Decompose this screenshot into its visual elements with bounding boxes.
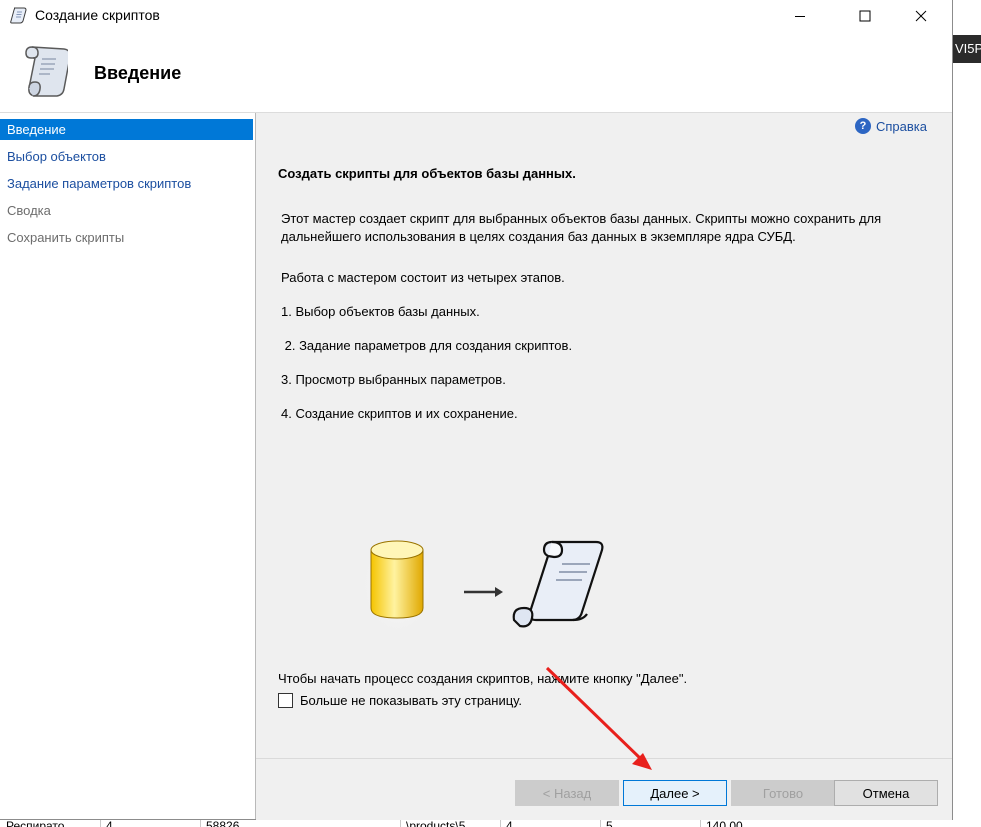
background-cell: Респирато bbox=[6, 819, 65, 827]
sidebar-item-introduction[interactable]: Введение bbox=[0, 119, 253, 140]
page-title: Введение bbox=[94, 63, 182, 83]
scroll-icon bbox=[10, 7, 27, 24]
wizard-sidebar: Введение Выбор объектов Задание параметр… bbox=[0, 113, 256, 819]
background-cell: \products\5 bbox=[406, 819, 466, 827]
finish-button[interactable]: Готово bbox=[731, 780, 835, 806]
wizard-footer: < Назад Далее > Готово Отмена bbox=[256, 758, 952, 820]
background-cell: 4 bbox=[506, 819, 513, 827]
wizard-header: Введение bbox=[0, 31, 952, 113]
sidebar-item-summary: Сводка bbox=[7, 203, 51, 218]
minimize-button[interactable] bbox=[777, 0, 823, 31]
background-app-edge bbox=[953, 0, 981, 827]
minimize-icon bbox=[795, 15, 805, 17]
window-title: Создание скриптов bbox=[35, 7, 160, 23]
help-label: Справка bbox=[876, 118, 927, 134]
arrow-right-icon bbox=[464, 587, 503, 597]
close-icon bbox=[915, 10, 927, 21]
title-bar[interactable]: Создание скриптов bbox=[0, 0, 952, 31]
background-app-text: VI5P6 bbox=[953, 35, 981, 63]
dont-show-again-label[interactable]: Больше не показывать эту страницу. bbox=[300, 693, 522, 708]
steps-intro: Работа с мастером состоит из четырех эта… bbox=[281, 270, 565, 285]
script-wizard-window: Создание скриптов Введение Введение Выбо… bbox=[0, 0, 953, 820]
start-hint-text: Чтобы начать процесс создания скриптов, … bbox=[278, 671, 688, 686]
step-item: 1. Выбор объектов базы данных. bbox=[281, 304, 480, 319]
cancel-button[interactable]: Отмена bbox=[834, 780, 938, 806]
background-cell: 140.00 bbox=[706, 819, 743, 827]
help-link[interactable]: ? Справка bbox=[855, 118, 927, 134]
help-icon: ? bbox=[855, 118, 871, 134]
scroll-icon bbox=[25, 46, 68, 97]
sidebar-item-save-scripts: Сохранить скрипты bbox=[7, 230, 125, 245]
maximize-button[interactable] bbox=[842, 0, 888, 31]
sidebar-item-script-options[interactable]: Задание параметров скриптов bbox=[0, 173, 253, 194]
scroll-icon bbox=[512, 540, 604, 628]
step-item: 3. Просмотр выбранных параметров. bbox=[281, 372, 506, 387]
content-heading: Создать скрипты для объектов базы данных… bbox=[278, 166, 576, 181]
close-button[interactable] bbox=[898, 0, 944, 31]
dont-show-again-row[interactable]: Больше не показывать эту страницу. bbox=[278, 693, 522, 708]
next-button[interactable]: Далее > bbox=[623, 780, 727, 806]
back-button[interactable]: < Назад bbox=[515, 780, 619, 806]
step-item: 2. Задание параметров для создания скрип… bbox=[281, 338, 573, 353]
maximize-icon bbox=[859, 10, 871, 21]
description-text: Этот мастер создает скрипт для выбранных… bbox=[281, 211, 882, 244]
database-icon bbox=[370, 540, 424, 619]
step-item: 4. Создание скриптов и их сохранение. bbox=[281, 406, 518, 421]
background-cell: 5 bbox=[606, 819, 613, 827]
background-cell: 4 bbox=[106, 819, 113, 827]
background-table-row: Респирато 4 58826 \products\5 4 5 140.00 bbox=[0, 819, 953, 827]
background-cell: 58826 bbox=[206, 819, 240, 827]
sidebar-item-select-objects[interactable]: Выбор объектов bbox=[0, 146, 253, 167]
wizard-content: ? Справка Создать скрипты для объектов б… bbox=[256, 113, 952, 758]
dont-show-again-checkbox[interactable] bbox=[278, 693, 293, 708]
wizard-illustration bbox=[364, 536, 604, 639]
